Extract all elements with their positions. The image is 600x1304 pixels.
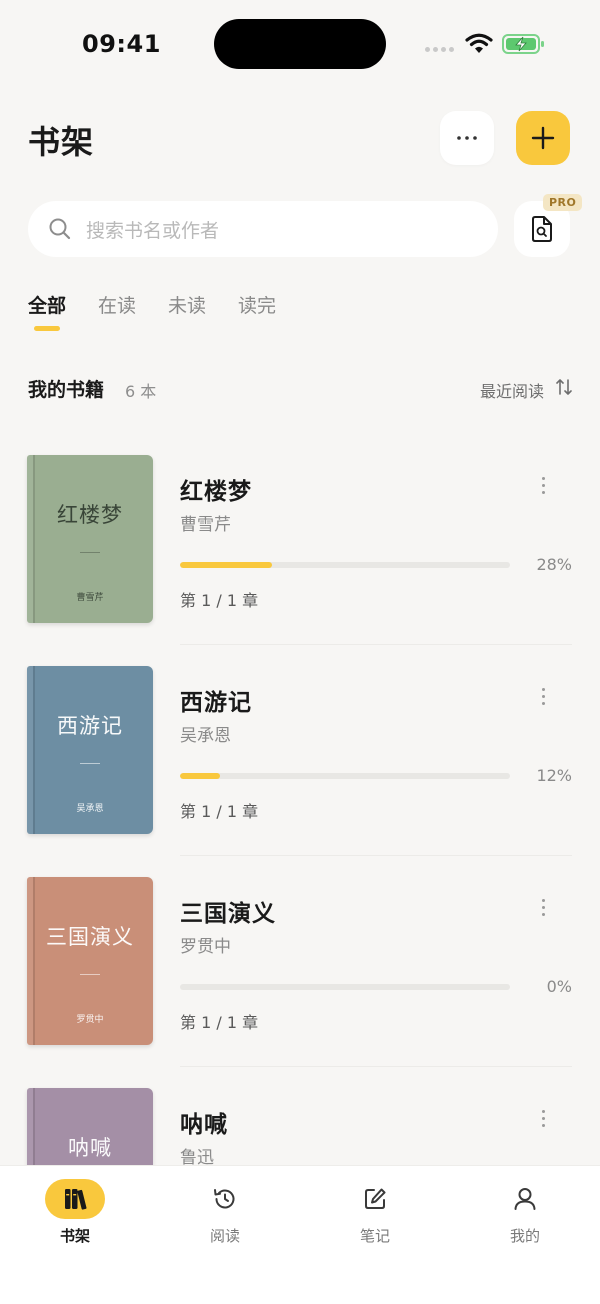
tab-reading-history[interactable]: 阅读 bbox=[175, 1179, 275, 1246]
book-count: 6 本 bbox=[125, 382, 157, 401]
file-search-icon bbox=[532, 216, 552, 242]
tab-reading[interactable]: 在读 bbox=[98, 291, 136, 318]
book-more-button[interactable] bbox=[531, 895, 555, 919]
progress-fill bbox=[180, 773, 220, 779]
sort-button-label[interactable]: 最近阅读 bbox=[480, 378, 544, 402]
cover-divider bbox=[80, 974, 100, 975]
search-input[interactable]: 搜索书名或作者 bbox=[28, 201, 498, 257]
progress-percent: 28% bbox=[536, 555, 572, 574]
section-header: 我的书籍 6 本 最近阅读 bbox=[28, 375, 572, 401]
chapter-info: 第 1 / 1 章 bbox=[180, 802, 259, 821]
cover-divider bbox=[80, 552, 100, 553]
book-item[interactable]: 红楼梦 曹雪芹 红楼梦 曹雪芹 28% 第 1 / 1 章 bbox=[0, 445, 600, 657]
ellipsis-icon bbox=[457, 136, 477, 140]
book-more-button[interactable] bbox=[531, 473, 555, 497]
tab-finished[interactable]: 读完 bbox=[238, 291, 276, 318]
divider bbox=[180, 855, 572, 856]
book-author: 鲁迅 bbox=[180, 1148, 214, 1165]
cover-divider bbox=[80, 763, 100, 764]
tab-label: 阅读 bbox=[209, 1227, 240, 1245]
book-more-button[interactable] bbox=[531, 684, 555, 708]
battery-icon bbox=[502, 34, 546, 58]
cover-author: 曹雪芹 bbox=[76, 593, 104, 603]
progress-percent: 12% bbox=[536, 766, 572, 785]
edit-icon bbox=[345, 1179, 405, 1219]
book-more-button[interactable] bbox=[531, 1106, 555, 1130]
status-bar: 09:41 bbox=[0, 0, 600, 90]
pro-badge: PRO bbox=[543, 194, 583, 211]
tab-profile[interactable]: 我的 bbox=[475, 1179, 575, 1246]
cover-title: 三国演义 bbox=[46, 925, 134, 949]
book-title: 三国演义 bbox=[180, 901, 276, 927]
user-icon bbox=[495, 1179, 555, 1219]
progress-bar bbox=[180, 984, 510, 990]
cover-author: 吴承恩 bbox=[76, 804, 104, 814]
tab-bookshelf[interactable]: 书架 bbox=[25, 1179, 125, 1246]
divider bbox=[180, 644, 572, 645]
book-item[interactable]: 呐喊 鲁迅 呐喊 鲁迅 bbox=[0, 1078, 600, 1165]
book-cover[interactable]: 红楼梦 曹雪芹 bbox=[27, 455, 153, 623]
book-title: 红楼梦 bbox=[180, 479, 252, 505]
cover-title: 呐喊 bbox=[68, 1136, 112, 1160]
bottom-tab-bar: 书架 阅读 笔记 我的 bbox=[0, 1165, 600, 1304]
dynamic-island bbox=[214, 19, 386, 69]
divider bbox=[180, 1066, 572, 1067]
search-placeholder: 搜索书名或作者 bbox=[86, 219, 220, 242]
plus-icon bbox=[531, 126, 555, 150]
tab-all[interactable]: 全部 bbox=[28, 291, 66, 318]
filter-tabs: 全部 在读 未读 读完 bbox=[28, 291, 276, 318]
progress-bar bbox=[180, 562, 510, 568]
book-title: 呐喊 bbox=[180, 1112, 228, 1138]
signal-icon bbox=[425, 47, 454, 52]
cover-author: 罗贯中 bbox=[76, 1015, 104, 1025]
more-button[interactable] bbox=[440, 111, 494, 165]
book-cover[interactable]: 呐喊 鲁迅 bbox=[27, 1088, 153, 1165]
wifi-icon bbox=[464, 33, 494, 59]
page-title: 书架 bbox=[28, 123, 95, 161]
section-title: 我的书籍 bbox=[28, 379, 105, 401]
active-tab-indicator bbox=[34, 326, 60, 331]
progress-percent: 0% bbox=[546, 977, 572, 996]
book-author: 罗贯中 bbox=[180, 937, 231, 957]
progress-fill bbox=[180, 562, 273, 568]
search-icon bbox=[49, 218, 71, 240]
book-title: 西游记 bbox=[180, 690, 252, 716]
books-icon bbox=[45, 1179, 105, 1219]
tab-unread[interactable]: 未读 bbox=[168, 291, 206, 318]
tab-label: 书架 bbox=[59, 1227, 90, 1245]
tab-label: 笔记 bbox=[359, 1227, 390, 1245]
tab-notes[interactable]: 笔记 bbox=[325, 1179, 425, 1246]
book-cover[interactable]: 三国演义 罗贯中 bbox=[27, 877, 153, 1045]
add-book-button[interactable] bbox=[516, 111, 570, 165]
book-author: 曹雪芹 bbox=[180, 515, 231, 535]
cover-title: 西游记 bbox=[57, 714, 123, 738]
book-item[interactable]: 西游记 吴承恩 西游记 吴承恩 12% 第 1 / 1 章 bbox=[0, 656, 600, 868]
status-time: 09:41 bbox=[82, 30, 161, 58]
book-item[interactable]: 三国演义 罗贯中 三国演义 罗贯中 0% 第 1 / 1 章 bbox=[0, 867, 600, 1079]
book-cover[interactable]: 西游记 吴承恩 bbox=[27, 666, 153, 834]
book-list: 红楼梦 曹雪芹 红楼梦 曹雪芹 28% 第 1 / 1 章 西游记 吴承恩 西游… bbox=[0, 445, 600, 1165]
history-icon bbox=[195, 1179, 255, 1219]
chapter-info: 第 1 / 1 章 bbox=[180, 1013, 259, 1032]
book-author: 吴承恩 bbox=[180, 726, 231, 746]
sort-icon[interactable] bbox=[556, 378, 572, 396]
chapter-info: 第 1 / 1 章 bbox=[180, 591, 259, 610]
cover-title: 红楼梦 bbox=[57, 503, 123, 527]
progress-bar bbox=[180, 773, 510, 779]
tab-label: 我的 bbox=[509, 1227, 540, 1245]
